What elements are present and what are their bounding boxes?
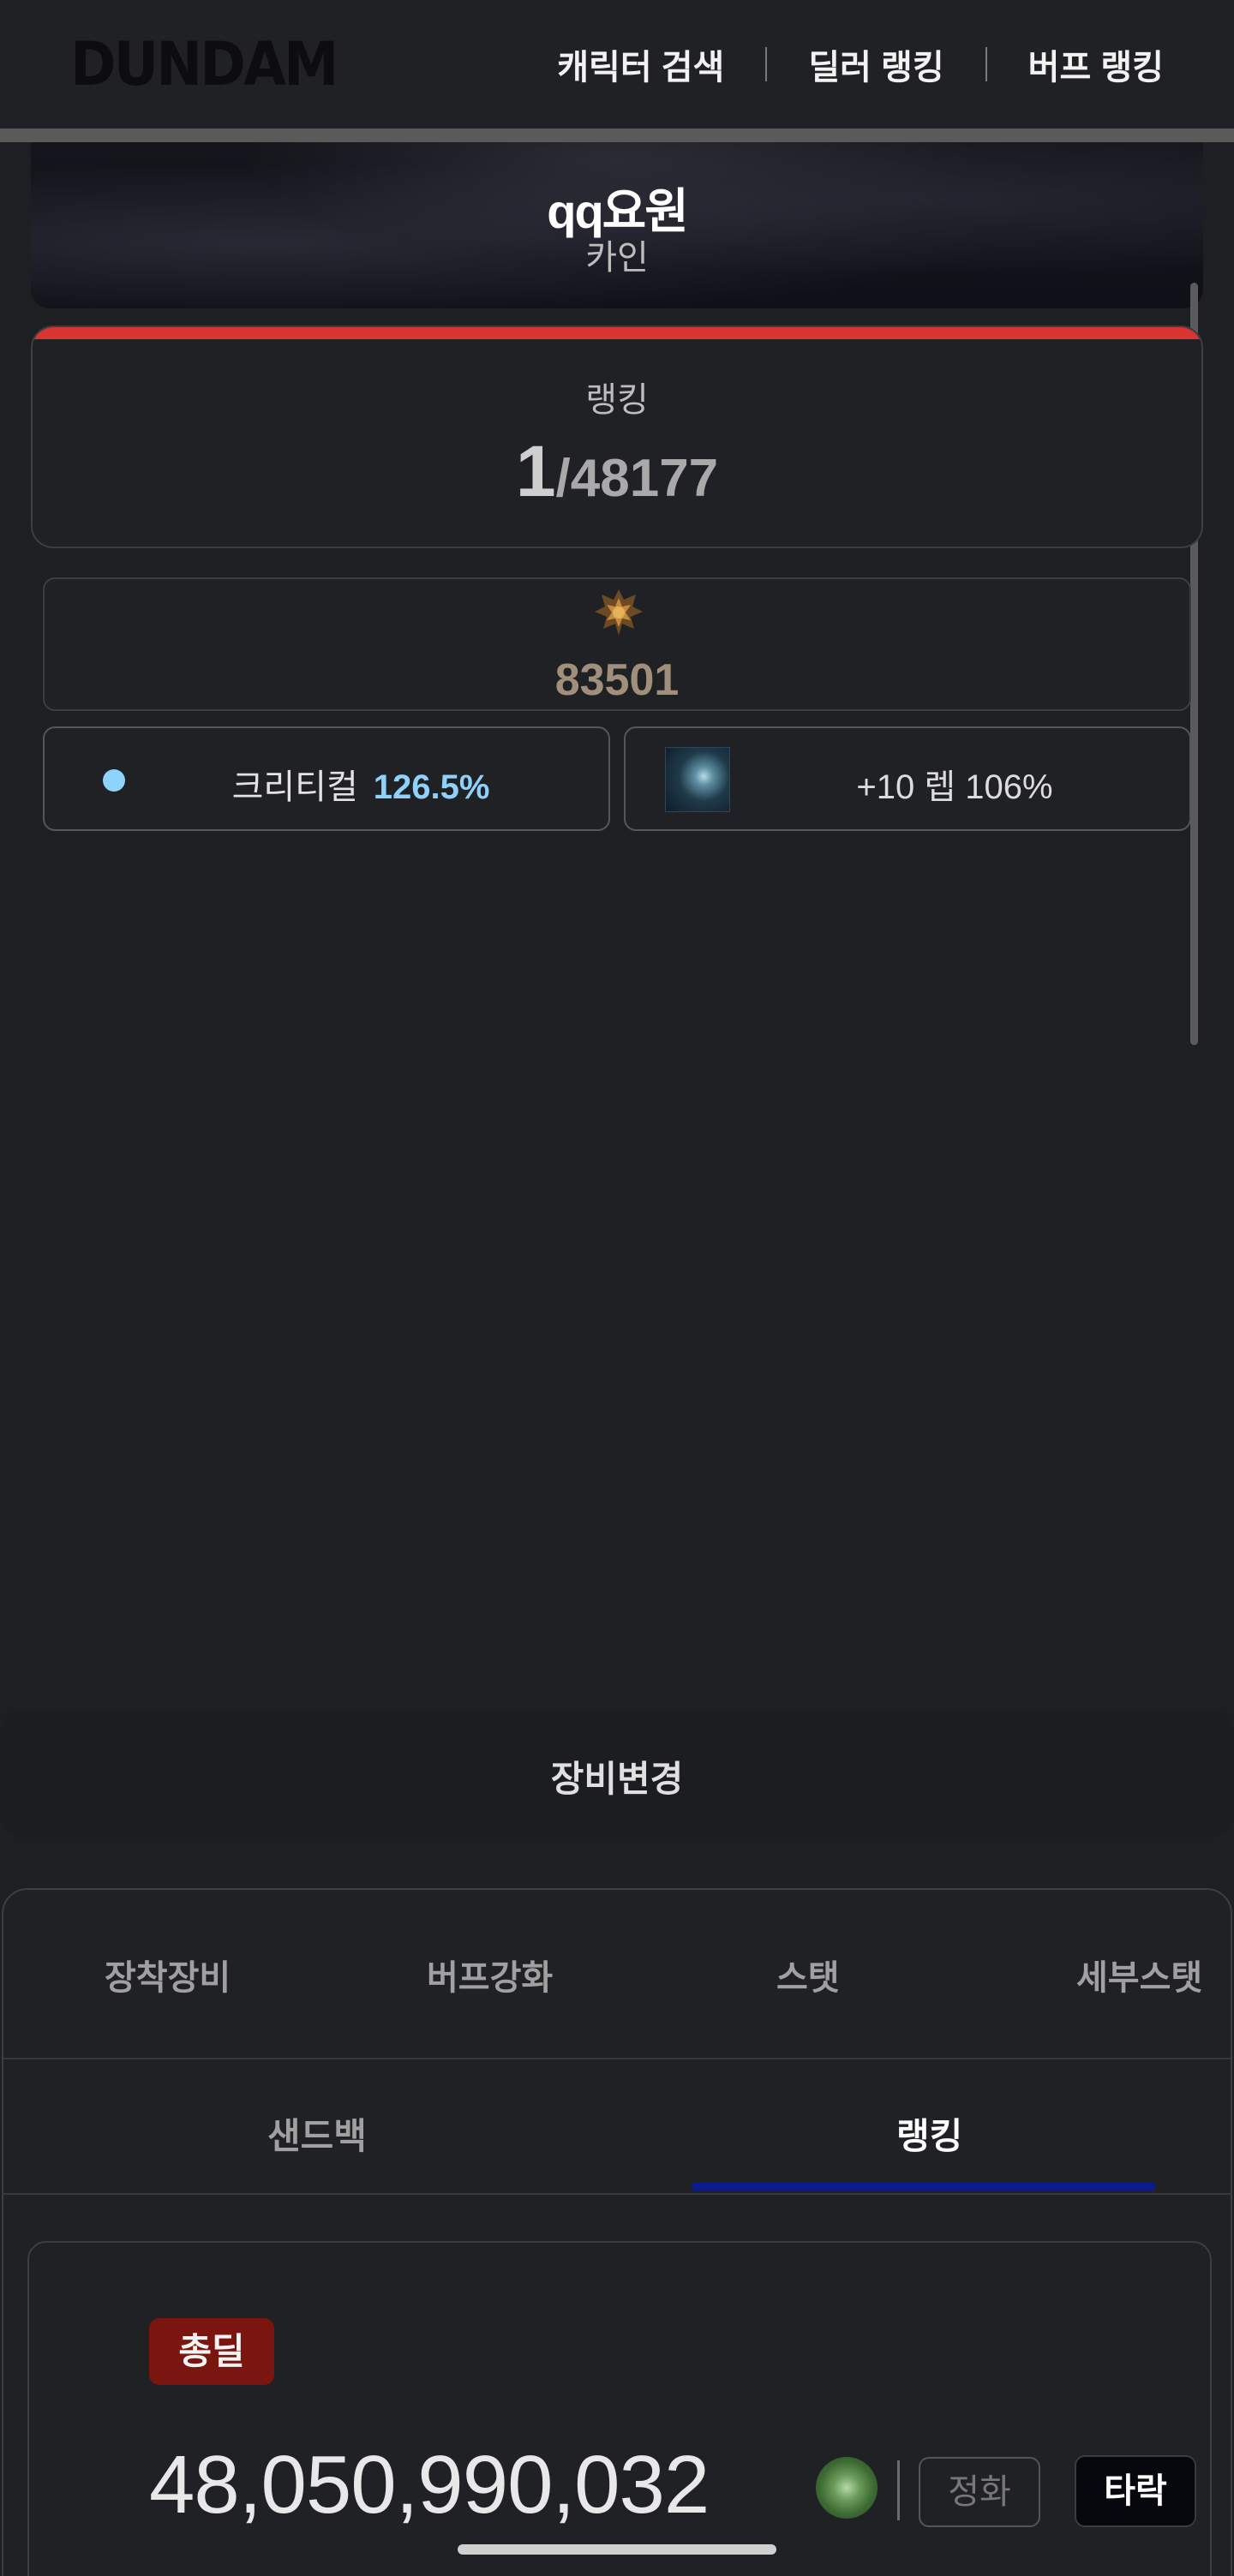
character-class: 카인 xyxy=(585,239,649,277)
skill-text: +10 렙 106% xyxy=(856,768,1053,806)
equip-change-label: 장비변경 xyxy=(550,1759,684,1799)
critical-value: 126.5% xyxy=(373,768,490,806)
main-nav: 캐릭터 검색 딜러 랭킹 버프 랭킹 xyxy=(516,39,1164,89)
site-logo[interactable]: DUNDAM xyxy=(70,29,338,99)
nav-character-search[interactable]: 캐릭터 검색 xyxy=(516,39,765,89)
equip-change-button[interactable]: 장비변경 xyxy=(0,1709,1234,1838)
rose-icon xyxy=(816,2457,878,2519)
tab-ranking[interactable]: 랭킹 xyxy=(896,2107,962,2160)
ranking-accent-bar xyxy=(33,327,1201,339)
header-divider xyxy=(0,129,1234,142)
page: DUNDAM 캐릭터 검색 딜러 랭킹 버프 랭킹 qq요원 카인 랭킹 1/4… xyxy=(0,0,1234,2576)
nav-dealer-ranking[interactable]: 딜러 랭킹 xyxy=(767,39,985,89)
tab-stats[interactable]: 스탯 xyxy=(776,1950,840,1999)
tab-detail-stats[interactable]: 세부스탯 xyxy=(1076,1950,1202,1999)
ranking-card: 랭킹 1/48177 xyxy=(31,326,1203,548)
score-card: 83501 xyxy=(43,577,1191,711)
critical-card[interactable]: 크리티컬 126.5% xyxy=(43,726,610,831)
ranking-position: 1 xyxy=(515,431,556,511)
total-damage-value: 48,050,990,032 xyxy=(149,2439,710,2531)
tab-buff-enhance[interactable]: 버프강화 xyxy=(427,1950,553,1999)
ranking-result-card: 총딜 48,050,990,032 정화 타락 xyxy=(27,2241,1212,2576)
critical-text: 크리티컬 126.5% xyxy=(45,759,608,809)
tab-sandbag[interactable]: 샌드백 xyxy=(267,2107,367,2160)
score-value: 83501 xyxy=(554,655,680,705)
home-indicator xyxy=(458,2544,776,2555)
option-purify-button[interactable]: 정화 xyxy=(919,2457,1040,2527)
rank-emblem-icon xyxy=(595,589,643,636)
skill-card[interactable]: +10 렙 106% xyxy=(624,726,1191,831)
ranking-label: 랭킹 xyxy=(585,381,649,419)
tab-divider-bottom xyxy=(2,2193,1232,2195)
option-divider xyxy=(897,2460,900,2520)
active-tab-indicator xyxy=(692,2183,1155,2191)
total-damage-badge: 총딜 xyxy=(149,2318,274,2385)
tab-equipment[interactable]: 장착장비 xyxy=(105,1950,231,1999)
critical-label: 크리티컬 xyxy=(231,768,358,806)
nav-buff-ranking[interactable]: 버프 랭킹 xyxy=(987,39,1164,89)
tab-row-primary: 장착장비 버프강화 스탯 세부스탯 xyxy=(3,1890,1231,2061)
character-banner: qq요원 카인 xyxy=(31,142,1203,308)
option-corrupt-button[interactable]: 타락 xyxy=(1075,2455,1196,2527)
ranking-total: /48177 xyxy=(555,449,719,508)
top-header: DUNDAM 캐릭터 검색 딜러 랭킹 버프 랭킹 xyxy=(0,0,1234,129)
ranking-value: 1/48177 xyxy=(33,430,1201,513)
tab-row-secondary: 샌드백 랭킹 xyxy=(3,2059,1231,2196)
skill-icon xyxy=(665,747,730,812)
